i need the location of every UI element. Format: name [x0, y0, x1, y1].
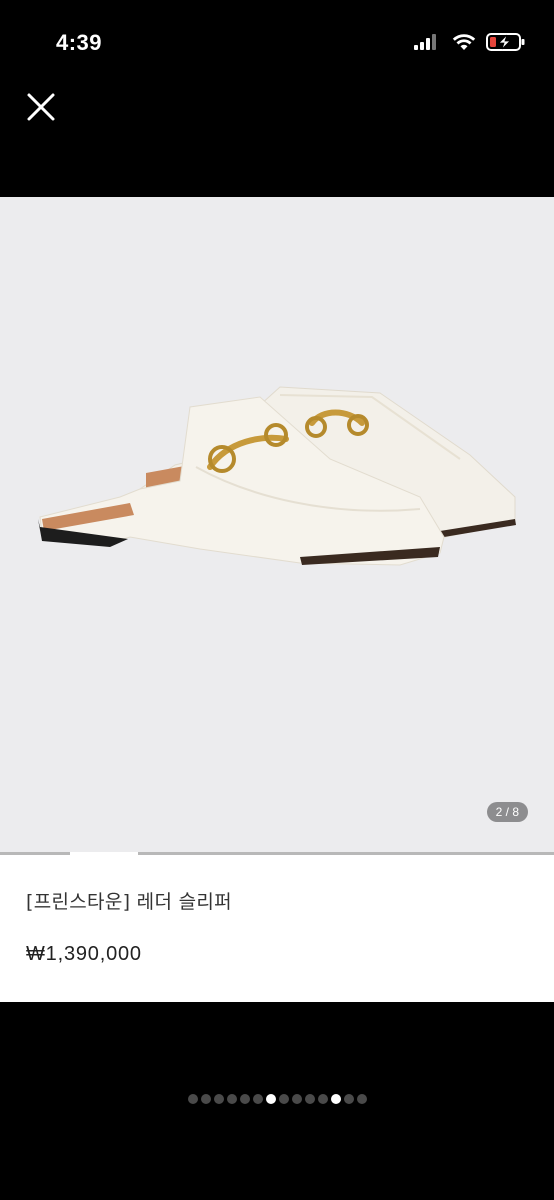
- carousel-dot[interactable]: [304, 1094, 315, 1104]
- carousel-dots: [0, 1094, 554, 1104]
- status-time: 4:39: [56, 30, 103, 55]
- carousel-dot[interactable]: [356, 1094, 367, 1104]
- carousel-dot[interactable]: [187, 1094, 198, 1104]
- image-page-indicator: 2 / 8: [486, 802, 528, 822]
- status-icons: [414, 32, 526, 52]
- carousel-dot[interactable]: [317, 1094, 328, 1104]
- product-image[interactable]: 2 / 8: [0, 197, 554, 854]
- carousel-dot[interactable]: [343, 1094, 354, 1104]
- cellular-signal-icon: [414, 34, 436, 50]
- product-info-panel[interactable]: [프린스타운] 레더 슬리퍼 ₩1,390,000: [0, 855, 554, 1002]
- wifi-icon: [452, 34, 476, 50]
- carousel-dot[interactable]: [265, 1094, 276, 1104]
- carousel-dot[interactable]: [239, 1094, 250, 1104]
- carousel-dot[interactable]: [330, 1094, 341, 1104]
- product-title: [프린스타운] 레더 슬리퍼: [26, 891, 232, 913]
- carousel-dot[interactable]: [200, 1094, 211, 1104]
- product-price: ₩1,390,000: [26, 943, 142, 965]
- carousel-dot[interactable]: [252, 1094, 263, 1104]
- slipper-illustration: [38, 386, 516, 566]
- battery-charging-icon: [486, 33, 525, 51]
- carousel-dot[interactable]: [291, 1094, 302, 1104]
- carousel-dot[interactable]: [226, 1094, 237, 1104]
- close-icon: [27, 93, 55, 121]
- carousel-dot[interactable]: [213, 1094, 224, 1104]
- status-bar: 4:39: [0, 0, 554, 90]
- close-button[interactable]: [20, 86, 62, 128]
- carousel-dot[interactable]: [278, 1094, 289, 1104]
